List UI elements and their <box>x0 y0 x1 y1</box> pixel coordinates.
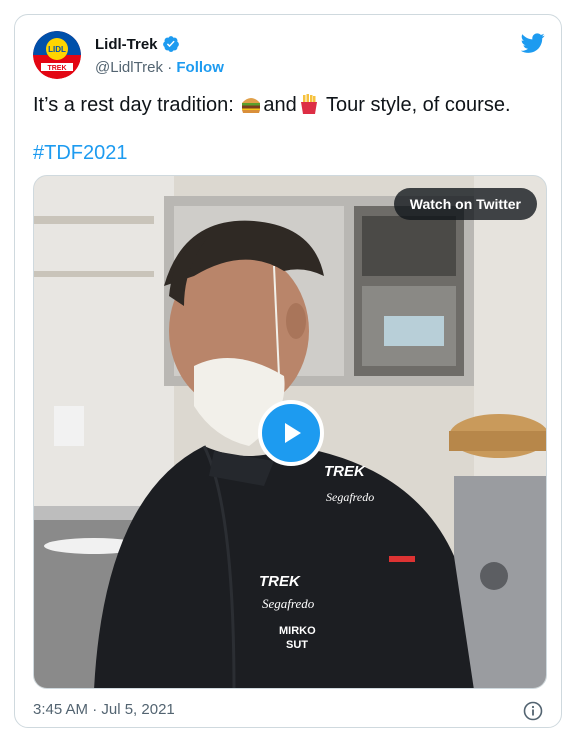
jacket-logo-sponsor: Segafredo <box>326 490 374 504</box>
separator: · <box>163 59 177 76</box>
tweet-timestamp[interactable]: 3:45 AM · Jul 5, 2021 <box>33 701 175 718</box>
twitter-bird-icon[interactable] <box>521 31 545 55</box>
avatar[interactable]: LIDL TREK <box>33 31 81 79</box>
hashtag-link[interactable]: #TDF2021 <box>33 139 128 167</box>
apron-logo-sponsor: Segafredo <box>262 596 315 611</box>
avatar-logo-text: LIDL <box>48 45 66 54</box>
hamburger-emoji <box>242 98 261 113</box>
follow-button[interactable]: Follow <box>176 59 224 76</box>
avatar-team-text: TREK <box>47 65 66 72</box>
watch-on-twitter-button[interactable]: Watch on Twitter <box>393 188 537 220</box>
video-media[interactable]: TREK Segafredo TREK Segafredo MIRKO SUT … <box>33 175 547 689</box>
apron-name-first: MIRKO <box>279 625 316 637</box>
verified-badge-icon <box>162 36 179 52</box>
display-name[interactable]: Lidl-Trek <box>95 36 158 53</box>
jacket-flag-patch <box>389 556 415 562</box>
fries-emoji <box>300 94 317 114</box>
tweet-text-part-1: It’s a rest day tradition: <box>33 94 240 116</box>
play-icon <box>285 423 301 443</box>
jacket-logo-trek: TREK <box>324 463 366 480</box>
tweet-text-part-2: and <box>263 94 297 116</box>
tweet-text: It’s a rest day tradition: and Tour styl… <box>33 91 543 119</box>
tweet-card[interactable]: LIDL TREK Lidl-Trek @LidlTrek · Follow I… <box>14 14 562 728</box>
play-button[interactable] <box>258 400 324 466</box>
tweet-text-part-3: Tour style, of course. <box>320 94 511 116</box>
handle[interactable]: @LidlTrek <box>95 59 163 76</box>
apron-logo-trek: TREK <box>259 573 301 590</box>
author-name-row: Lidl-Trek <box>95 35 180 53</box>
handle-row: @LidlTrek · Follow <box>95 59 224 76</box>
apron-name-last: SUT <box>286 639 308 651</box>
info-icon[interactable] <box>523 701 543 721</box>
